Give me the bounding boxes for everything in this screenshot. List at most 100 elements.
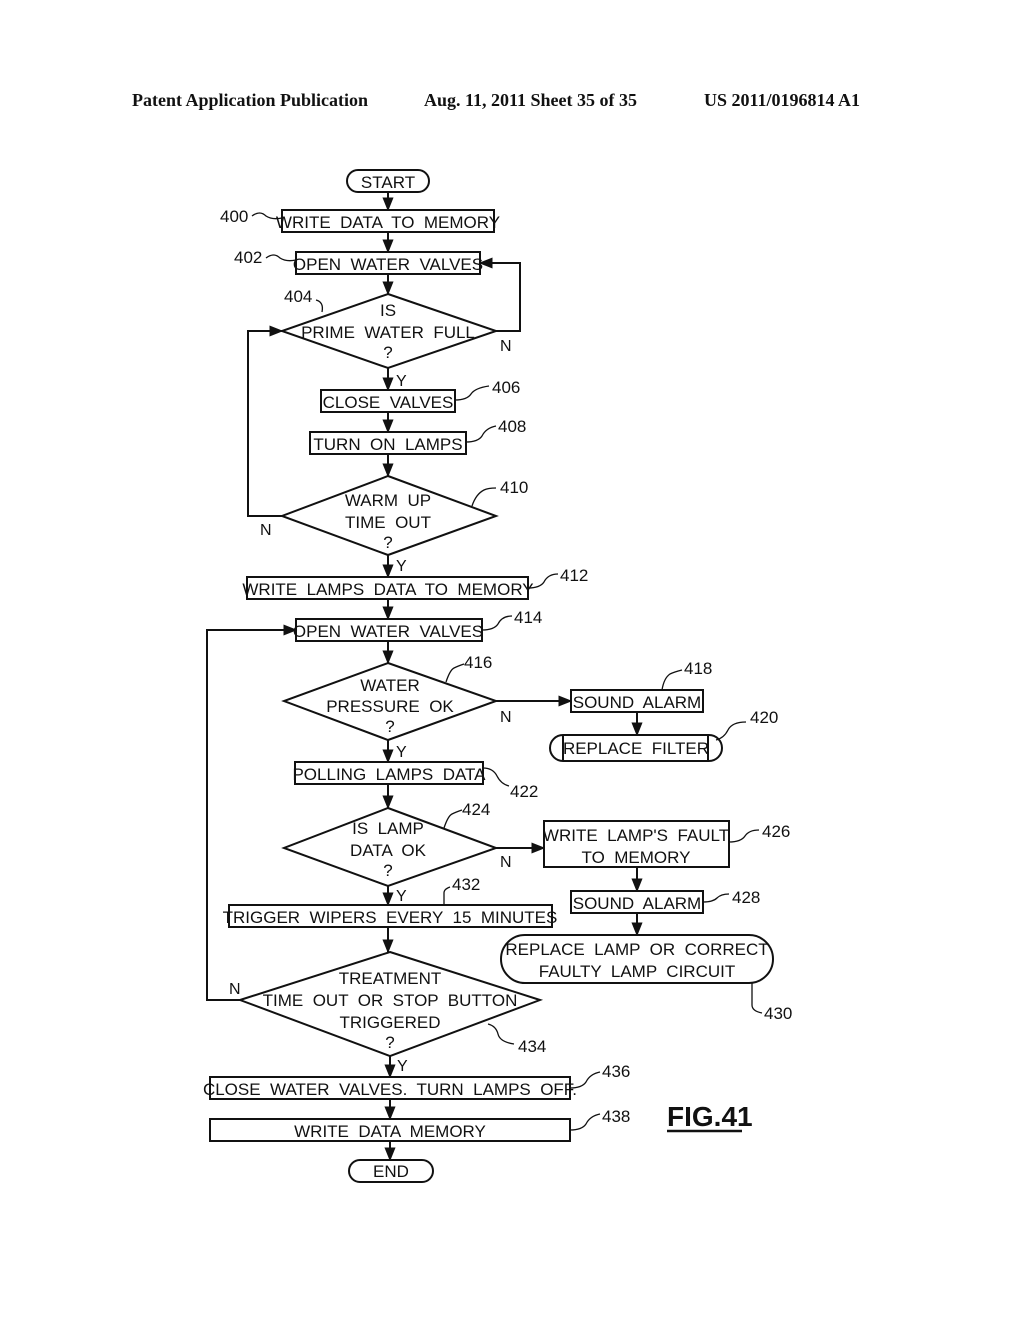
decision-434-line: TREATMENT xyxy=(339,969,442,988)
ref-408: 408 xyxy=(498,417,526,436)
leader-line xyxy=(715,721,747,741)
step-436-close-valves-lamps-off: CLOSE WATER VALVES. TURN LAMPS OFF. 436 xyxy=(203,1062,630,1100)
leader-line xyxy=(482,767,510,787)
no-label: N xyxy=(500,709,512,726)
decision-416-water-pressure-ok: WATER PRESSURE OK ? 416 xyxy=(281,653,499,742)
decision-416-line: PRESSURE OK xyxy=(326,697,454,716)
step-402-label: OPEN WATER VALVES xyxy=(293,255,483,274)
leader-line xyxy=(265,254,297,262)
yes-label: Y xyxy=(396,744,407,761)
ref-404: 404 xyxy=(284,287,312,306)
leader-line xyxy=(661,669,683,691)
ref-428: 428 xyxy=(732,888,760,907)
step-428-label: SOUND ALARM xyxy=(573,894,701,913)
ref-420: 420 xyxy=(750,708,778,727)
step-438-label: WRITE DATA MEMORY xyxy=(294,1122,486,1141)
decision-424-line: DATA OK xyxy=(350,841,427,860)
end-label: END xyxy=(373,1162,409,1181)
start-terminal: START xyxy=(346,169,430,193)
leader-line xyxy=(751,983,763,1014)
ref-402: 402 xyxy=(234,248,262,267)
decision-410-line: WARM UP xyxy=(345,491,431,510)
ref-434: 434 xyxy=(518,1037,546,1056)
decision-416-line: WATER xyxy=(360,676,420,695)
ref-412: 412 xyxy=(560,566,588,585)
ref-436: 436 xyxy=(602,1062,630,1081)
step-432-label: TRIGGER WIPERS EVERY 15 MINUTES xyxy=(223,908,558,927)
step-412-label: WRITE LAMPS DATA TO MEMORY xyxy=(242,580,533,599)
step-414-label: OPEN WATER VALVES xyxy=(293,622,483,641)
step-428-sound-alarm: SOUND ALARM 428 xyxy=(570,888,760,914)
step-408-label: TURN ON LAMPS xyxy=(313,435,462,454)
step-406-close-valves: CLOSE VALVES 406 xyxy=(320,378,520,413)
step-436-label: CLOSE WATER VALVES. TURN LAMPS OFF. xyxy=(203,1080,577,1099)
decision-404-prime-water-full: IS PRIME WATER FULL ? 404 xyxy=(278,287,500,370)
step-422-polling-lamps-data: POLLING LAMPS DATA 422 xyxy=(292,761,538,801)
no-label: N xyxy=(500,338,512,355)
decision-410-line: ? xyxy=(383,533,392,552)
decision-410-warm-up-timeout: WARM UP TIME OUT ? 410 xyxy=(279,474,528,557)
step-430-line: FAULTY LAMP CIRCUIT xyxy=(539,962,736,981)
step-400-label: WRITE DATA TO MEMORY xyxy=(276,213,500,232)
leader-line xyxy=(445,663,465,683)
ref-424: 424 xyxy=(462,800,490,819)
ref-406: 406 xyxy=(492,378,520,397)
ref-414: 414 xyxy=(514,608,542,627)
yes-label: Y xyxy=(396,373,407,390)
leader-line xyxy=(443,809,463,829)
step-402-open-water-valves: OPEN WATER VALVES 402 xyxy=(234,248,483,275)
decision-404-line: ? xyxy=(383,343,392,362)
leader-line xyxy=(487,1023,515,1045)
ref-432: 432 xyxy=(452,875,480,894)
step-426-line: TO MEMORY xyxy=(582,848,691,867)
ref-416: 416 xyxy=(464,653,492,672)
yes-label: Y xyxy=(396,888,407,905)
step-430-line: REPLACE LAMP OR CORRECT xyxy=(505,940,768,959)
step-418-label: SOUND ALARM xyxy=(573,693,701,712)
decision-404-line: IS xyxy=(380,301,396,320)
decision-416-line: ? xyxy=(385,717,394,736)
leader-line xyxy=(471,487,497,507)
ref-418: 418 xyxy=(684,659,712,678)
no-label: N xyxy=(229,981,241,998)
end-terminal: END xyxy=(348,1159,434,1183)
decision-434-line: ? xyxy=(385,1033,394,1052)
decision-424-line: ? xyxy=(383,861,392,880)
leader-line xyxy=(481,615,513,631)
leader-line xyxy=(728,829,760,843)
step-408-turn-on-lamps: TURN ON LAMPS 408 xyxy=(309,417,526,455)
step-426-write-lamp-fault: WRITE LAMP'S FAULT TO MEMORY 426 xyxy=(543,820,790,868)
step-430-replace-lamp: REPLACE LAMP OR CORRECT FAULTY LAMP CIRC… xyxy=(500,934,792,1023)
decision-404-line: PRIME WATER FULL xyxy=(301,323,475,342)
ref-426: 426 xyxy=(762,822,790,841)
decision-434-line: TIME OUT OR STOP BUTTON xyxy=(263,991,518,1010)
yes-label: Y xyxy=(397,1058,408,1075)
no-label: N xyxy=(500,854,512,871)
yes-label: Y xyxy=(396,558,407,575)
flowchart: START WRITE DATA TO MEMORY 400 OPEN WATE… xyxy=(203,169,792,1183)
leader-line xyxy=(315,299,324,313)
step-412-write-lamps-data: WRITE LAMPS DATA TO MEMORY 412 xyxy=(242,566,588,600)
decision-424-line: IS LAMP xyxy=(352,819,424,838)
leader-line xyxy=(569,1113,601,1131)
step-438-write-data-memory: WRITE DATA MEMORY 438 xyxy=(209,1107,630,1142)
loop-404-no xyxy=(478,257,521,332)
step-426-line: WRITE LAMP'S FAULT xyxy=(543,826,729,845)
figure-label: FIG.41 xyxy=(667,1101,753,1132)
step-422-label: POLLING LAMPS DATA xyxy=(292,765,486,784)
decision-410-line: TIME OUT xyxy=(345,513,431,532)
loop-434-no xyxy=(206,624,298,1001)
no-label: N xyxy=(260,522,272,539)
step-420-label: REPLACE FILTER xyxy=(563,739,709,758)
decision-434-line: TRIGGERED xyxy=(339,1013,440,1032)
loop-410-no xyxy=(247,325,284,517)
ref-400: 400 xyxy=(220,207,248,226)
step-418-sound-alarm: SOUND ALARM 418 xyxy=(570,659,712,713)
leader-line xyxy=(465,425,497,443)
leader-line xyxy=(443,886,451,905)
decision-434-treatment-timeout: TREATMENT TIME OUT OR STOP BUTTON TRIGGE… xyxy=(236,950,546,1058)
step-420-replace-filter: REPLACE FILTER 420 xyxy=(549,708,778,762)
step-414-open-water-valves: OPEN WATER VALVES 414 xyxy=(293,608,542,642)
decision-424-lamp-data-ok: IS LAMP DATA OK ? 424 xyxy=(281,800,499,888)
leader-line xyxy=(454,385,490,401)
